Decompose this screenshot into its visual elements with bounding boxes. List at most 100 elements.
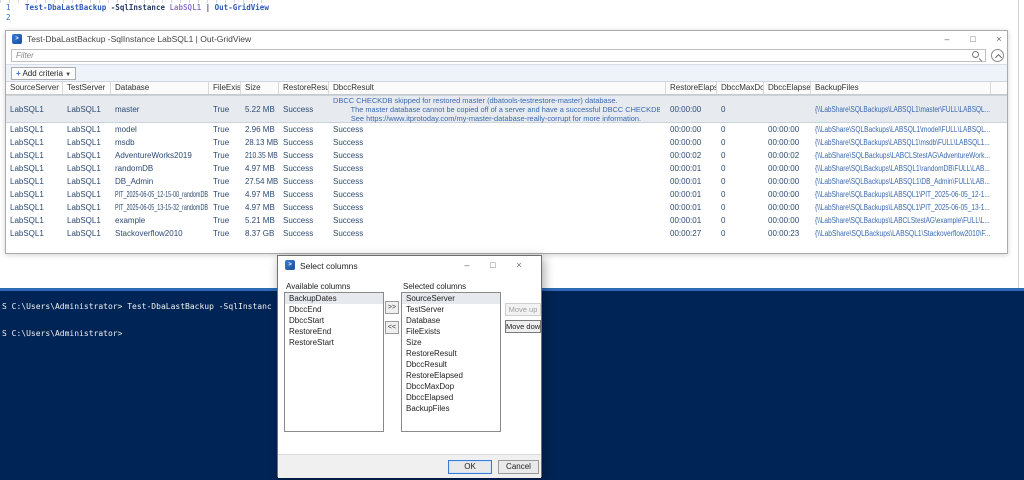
cell-sourceserver: LabSQL1 bbox=[10, 138, 44, 147]
dialog-title: Select columns bbox=[300, 261, 358, 271]
column-header-database[interactable]: Database bbox=[111, 82, 209, 94]
selected-item-size[interactable]: Size bbox=[402, 337, 500, 348]
table-row[interactable]: LabSQL1 LabSQL1 Stackoverflow2010 True 8.37 … bbox=[6, 227, 1007, 240]
table-row[interactable]: LabSQL1 LabSQL1 master True 5.22 MB Success DB… bbox=[6, 95, 1007, 123]
selected-item-sourceserver[interactable]: SourceServer bbox=[402, 293, 500, 304]
selected-columns-label: Selected columns bbox=[403, 282, 467, 291]
table-row[interactable]: LabSQL1 LabSQL1 example True 5.21 MB Success S… bbox=[6, 214, 1007, 227]
cell-dbccelapsed: 00:00:00 bbox=[768, 190, 800, 199]
column-header-restoreelapsed[interactable]: RestoreElapsed bbox=[666, 82, 717, 94]
close-button[interactable]: × bbox=[988, 32, 1010, 46]
cell-dbccelapsed: 00:00:00 bbox=[768, 216, 800, 225]
cell-dbccmaxdop: 0 bbox=[721, 151, 726, 160]
table-row[interactable]: LabSQL1 LabSQL1 PIT_2025-06-05_13-15-32_ra… bbox=[6, 201, 1007, 214]
table-row[interactable]: LabSQL1 LabSQL1 AdventureWorks2019 True 210.… bbox=[6, 149, 1007, 162]
column-header-dbccmaxdop[interactable]: DbccMaxDop bbox=[717, 82, 764, 94]
cell-backupfiles: {\\LabShare\SQLBackups\LABSQL1\master\FU… bbox=[815, 104, 991, 114]
column-header-testserver[interactable]: TestServer bbox=[63, 82, 111, 94]
selected-item-testserver[interactable]: TestServer bbox=[402, 304, 500, 315]
cell-sourceserver: LabSQL1 bbox=[10, 229, 44, 238]
column-header-backupfiles[interactable]: BackupFiles bbox=[811, 82, 991, 94]
cell-dbccresult: Success bbox=[333, 177, 364, 186]
selected-item-dbccresult[interactable]: DbccResult bbox=[402, 359, 500, 370]
editor-pane-edge bbox=[1018, 0, 1019, 288]
column-header-sourceserver[interactable]: SourceServer bbox=[6, 82, 63, 94]
cell-size: 210.35 MB bbox=[245, 151, 278, 160]
column-header-restoreresult[interactable]: RestoreResult bbox=[279, 82, 329, 94]
move-left-button[interactable]: << bbox=[385, 321, 399, 334]
selected-item-dbccmaxdop[interactable]: DbccMaxDop bbox=[402, 381, 500, 392]
cell-restoreelapsed: 00:00:00 bbox=[670, 138, 702, 147]
column-header-size[interactable]: Size bbox=[241, 82, 279, 94]
cell-fileexists: True bbox=[213, 177, 230, 186]
selected-columns-list[interactable]: SourceServer TestServer Database FileExists… bbox=[401, 292, 501, 432]
cell-dbccresult: Success bbox=[333, 190, 364, 199]
ok-button[interactable]: OK bbox=[448, 460, 492, 474]
column-header-dbccelapsed[interactable]: DbccElapsed bbox=[764, 82, 811, 94]
table-row[interactable]: LabSQL1 LabSQL1 PIT_2025-06-05_12-15-00_ra… bbox=[6, 188, 1007, 201]
available-item-dbccend[interactable]: DbccEnd bbox=[285, 304, 383, 315]
move-up-button[interactable]: Move up bbox=[505, 303, 541, 316]
maximize-button[interactable]: □ bbox=[962, 32, 984, 46]
table-row[interactable]: LabSQL1 LabSQL1 DB_Admin True 27.54 MB Succes… bbox=[6, 175, 1007, 188]
minimize-button[interactable]: – bbox=[936, 32, 958, 46]
plus-icon: + bbox=[16, 69, 21, 78]
cell-sourceserver: LabSQL1 bbox=[10, 104, 44, 114]
add-criteria-button[interactable]: + Add criteria ▼ bbox=[11, 67, 77, 80]
cell-dbccelapsed: 00:00:23 bbox=[768, 229, 800, 238]
close-button[interactable]: × bbox=[508, 258, 530, 272]
available-item-restoreend[interactable]: RestoreEnd bbox=[285, 326, 383, 337]
selected-item-restoreelapsed[interactable]: RestoreElapsed bbox=[402, 370, 500, 381]
cell-dbccelapsed bbox=[764, 105, 811, 114]
cell-database: master bbox=[115, 104, 140, 114]
cell-testserver: LabSQL1 bbox=[67, 203, 101, 212]
cell-dbccresult: Success bbox=[333, 164, 364, 173]
table-row[interactable]: LabSQL1 LabSQL1 randomDB True 4.97 MB Success… bbox=[6, 162, 1007, 175]
cell-dbccmaxdop: 0 bbox=[721, 216, 726, 225]
available-item-backupdates[interactable]: BackupDates bbox=[285, 293, 383, 304]
selected-item-fileexists[interactable]: FileExists bbox=[402, 326, 500, 337]
code-cmdlet2: Out-GridView bbox=[214, 3, 269, 12]
cell-size: 2.96 MB bbox=[245, 125, 275, 134]
table-row[interactable]: LabSQL1 LabSQL1 msdb True 28.13 MB Success Suc… bbox=[6, 136, 1007, 149]
cell-testserver: LabSQL1 bbox=[67, 138, 101, 147]
selected-item-database[interactable]: Database bbox=[402, 315, 500, 326]
cell-restoreresult: Success bbox=[283, 125, 314, 134]
cell-dbccresult: Success bbox=[333, 138, 364, 147]
gridview-titlebar[interactable]: > Test-DbaLastBackup -SqlInstance LabSQL… bbox=[6, 31, 1007, 47]
collapse-chevron-button[interactable] bbox=[991, 49, 1004, 62]
cell-database: example bbox=[115, 216, 146, 225]
cell-dbccresult: Success bbox=[333, 151, 364, 160]
gridview-title: Test-DbaLastBackup -SqlInstance LabSQL1 … bbox=[27, 34, 252, 44]
selected-item-backupfiles[interactable]: BackupFiles bbox=[402, 403, 500, 414]
move-down-button[interactable]: Move down bbox=[505, 320, 541, 333]
cell-restoreresult: Success bbox=[283, 229, 314, 238]
minimize-button[interactable]: – bbox=[456, 258, 478, 272]
selected-item-dbccelapsed[interactable]: DbccElapsed bbox=[402, 392, 500, 403]
grid-body: LabSQL1 LabSQL1 master True 5.22 MB Success DB… bbox=[6, 95, 1007, 240]
powershell-icon: > bbox=[12, 34, 22, 44]
cell-sourceserver: LabSQL1 bbox=[10, 177, 44, 186]
column-header-fileexists[interactable]: FileExists bbox=[209, 82, 241, 94]
cell-testserver: LabSQL1 bbox=[67, 164, 101, 173]
move-right-button[interactable]: >> bbox=[385, 301, 399, 314]
cell-restoreelapsed: 00:00:27 bbox=[670, 229, 702, 238]
code-line-1[interactable]: Test-DbaLastBackup -SqlInstance LabSQL1 … bbox=[25, 3, 269, 12]
dialog-titlebar[interactable]: > Select columns – □ × bbox=[278, 256, 541, 275]
cell-dbccmaxdop: 0 bbox=[721, 229, 726, 238]
cell-fileexists: True bbox=[213, 138, 230, 147]
cell-sourceserver: LabSQL1 bbox=[10, 216, 44, 225]
selected-item-restoreresult[interactable]: RestoreResult bbox=[402, 348, 500, 359]
cell-restoreelapsed: 00:00:00 bbox=[670, 125, 702, 134]
cell-dbccresult: Success bbox=[333, 125, 364, 134]
filter-input[interactable] bbox=[11, 49, 986, 62]
available-item-restorestart[interactable]: RestoreStart bbox=[285, 337, 383, 348]
cell-dbccelapsed: 00:00:00 bbox=[768, 164, 800, 173]
maximize-button[interactable]: □ bbox=[482, 258, 504, 272]
cancel-button[interactable]: Cancel bbox=[498, 460, 539, 474]
script-editor-pane[interactable]: 1 2 Test-DbaLastBackup -SqlInstance LabS… bbox=[0, 0, 1024, 29]
table-row[interactable]: LabSQL1 LabSQL1 model True 2.96 MB Success Suc… bbox=[6, 123, 1007, 136]
column-header-dbccresult[interactable]: DbccResult bbox=[329, 82, 666, 94]
available-columns-list[interactable]: BackupDates DbccEnd DbccStart RestoreEnd Res… bbox=[284, 292, 384, 432]
available-item-dbccstart[interactable]: DbccStart bbox=[285, 315, 383, 326]
